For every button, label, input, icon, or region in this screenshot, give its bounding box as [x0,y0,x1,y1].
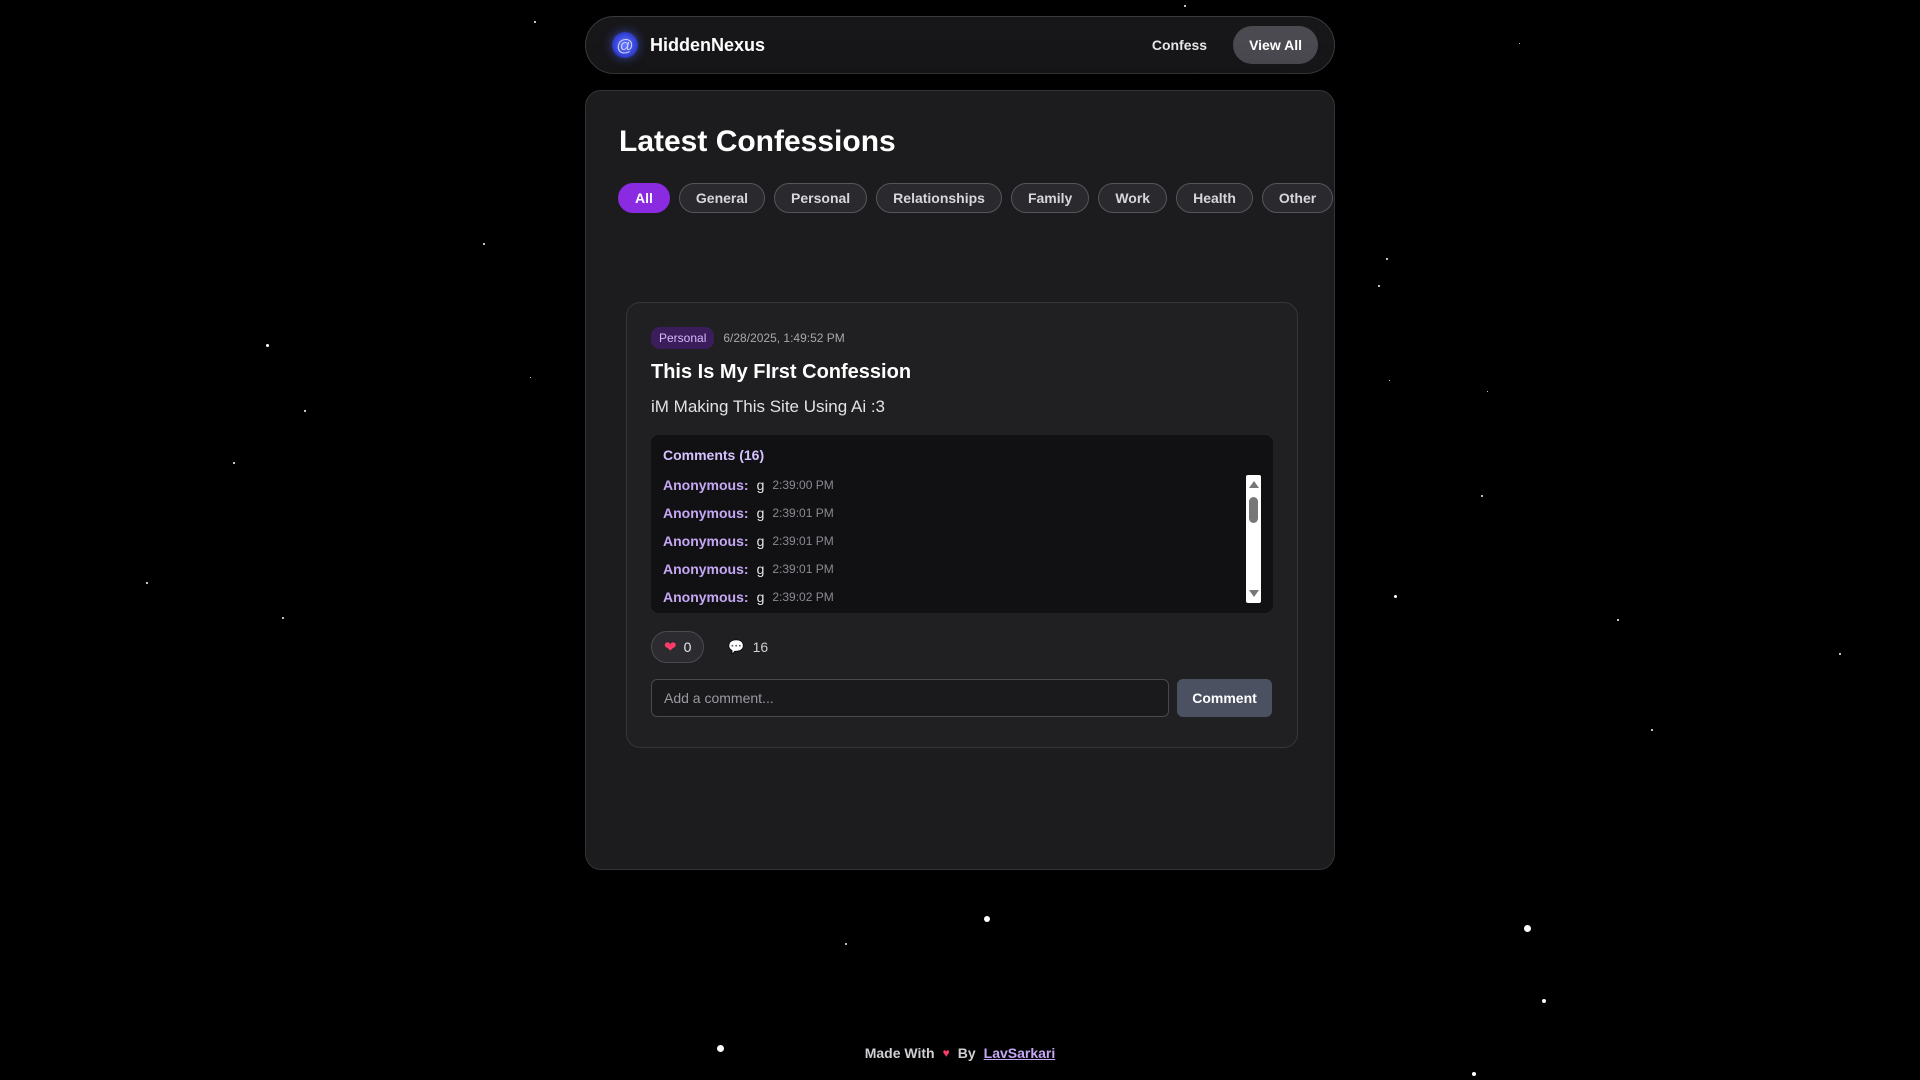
footer-heart-icon: ♥ [942,1046,950,1060]
filter-all[interactable]: All [618,183,670,213]
comment-bubble-icon: 💬 [728,639,745,654]
confession-meta: Personal 6/28/2025, 1:49:52 PM [651,327,1273,349]
comment-list: Anonymous: g 2:39:00 PM Anonymous: g 2:3… [663,471,1261,611]
filter-relationships[interactable]: Relationships [876,183,1002,213]
nav-link-confess[interactable]: Confess [1138,26,1221,64]
confession-title: This Is My FIrst Confession [651,361,912,383]
comment-item: Anonymous: g 2:39:01 PM [663,527,1261,555]
comment-submit-button[interactable]: Comment [1177,679,1272,717]
confession-actions: ❤ 0 💬 16 [651,631,1273,663]
brand-name: HiddenNexus [650,34,766,55]
footer-made-with: Made With [864,1045,935,1061]
confession-date: 6/28/2025, 1:49:52 PM [723,331,845,345]
comment-text: g [756,533,765,549]
comment-item: Anonymous: g 2:39:02 PM [663,583,1261,611]
footer-by: By [957,1045,976,1061]
scroll-down-arrow-icon[interactable] [1249,590,1259,597]
comments-header: Comments (16) [663,447,765,463]
comment-item: Anonymous: g 2:39:01 PM [663,499,1261,527]
top-navbar: @ HiddenNexus Confess View All [585,16,1335,74]
comment-text: g [756,477,765,493]
comment-time: 2:39:02 PM [772,590,834,604]
confession-body: iM Making This Site Using Ai :3 [651,397,885,416]
comment-author: Anonymous: [663,533,749,549]
like-button[interactable]: ❤ 0 [651,631,705,663]
footer-author-link[interactable]: LavSarkari [984,1045,1056,1061]
comments-panel[interactable]: Comments (16) Anonymous: g 2:39:00 PM An… [651,435,1273,613]
comment-item: Anonymous: g 2:39:00 PM [663,471,1261,499]
comment-text: g [756,505,765,521]
filter-personal[interactable]: Personal [774,183,868,213]
nav-link-view-all[interactable]: View All [1233,26,1318,64]
filter-work[interactable]: Work [1098,183,1168,213]
comment-time: 2:39:01 PM [772,534,834,548]
scroll-up-arrow-icon[interactable] [1249,481,1259,488]
filter-family[interactable]: Family [1010,183,1090,213]
comment-input[interactable] [651,679,1169,717]
filter-other[interactable]: Other [1261,183,1334,213]
comment-author: Anonymous: [663,477,749,493]
nav-links: Confess View All [1138,26,1318,64]
category-badge: Personal [651,327,715,349]
comment-author: Anonymous: [663,561,749,577]
comment-item: Anonymous: g 2:39:01 PM [663,555,1261,583]
comment-text: g [756,561,765,577]
comment-count-value: 16 [752,639,769,655]
scrollbar-thumb[interactable] [1249,497,1258,523]
comment-time: 2:39:01 PM [772,506,834,520]
comment-count: 💬 16 [728,639,768,655]
filter-general[interactable]: General [678,183,766,213]
comment-author: Anonymous: [663,589,749,605]
heart-icon: ❤ [664,639,677,656]
filter-health[interactable]: Health [1176,183,1253,213]
main-panel: Latest Confessions All General Personal … [585,90,1335,870]
comment-text: g [756,589,765,605]
comment-time: 2:39:00 PM [772,478,834,492]
like-count: 0 [683,639,692,655]
spiral-icon: @ [612,32,638,58]
page-title: Latest Confessions [619,125,896,158]
brand[interactable]: @ HiddenNexus [612,32,765,58]
comments-scrollbar[interactable] [1246,475,1261,603]
confession-card: Personal 6/28/2025, 1:49:52 PM This Is M… [626,302,1298,748]
comment-time: 2:39:01 PM [772,562,834,576]
comment-form: Comment [651,679,1273,717]
comment-author: Anonymous: [663,505,749,521]
footer: Made With ♥ By LavSarkari [0,1045,1920,1061]
category-filters: All General Personal Relationships Famil… [618,183,1334,213]
